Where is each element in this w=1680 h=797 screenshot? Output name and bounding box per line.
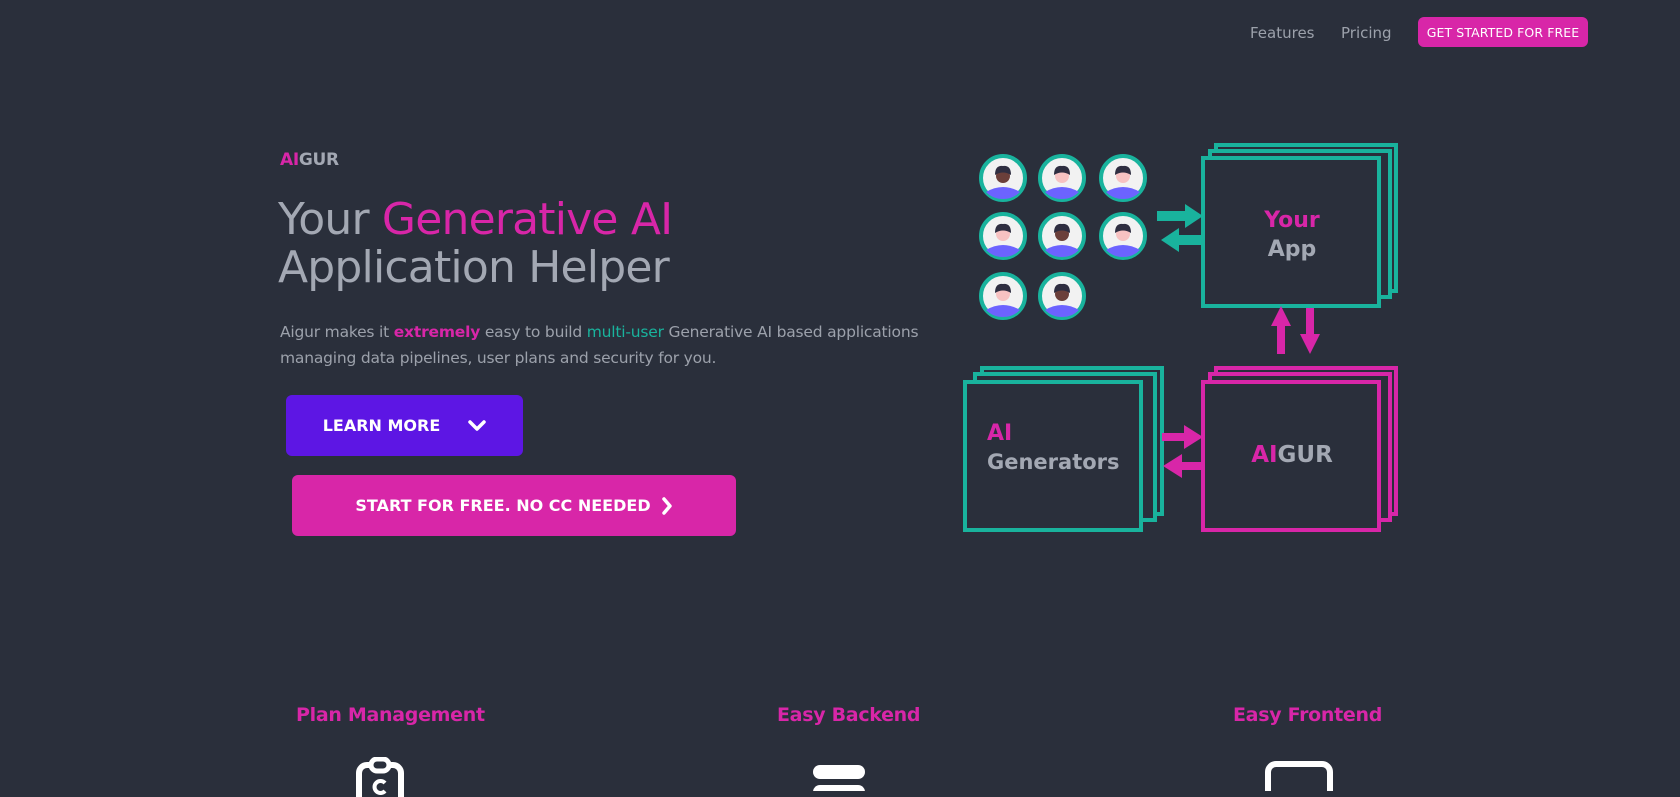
arrow-aigur-to-app bbox=[1271, 306, 1291, 354]
learn-more-label: LEARN MORE bbox=[322, 416, 441, 435]
start-free-label: START FOR FREE. NO CC NEEDED bbox=[355, 496, 651, 515]
arrow-app-to-aigur bbox=[1300, 308, 1320, 354]
users-grid bbox=[979, 154, 1147, 320]
user-avatar bbox=[1038, 272, 1086, 320]
brand-rest: GUR bbox=[298, 150, 339, 170]
hero-description: Aigur makes it extremely easy to build m… bbox=[280, 319, 920, 371]
hero-headline: Your Generative AI Application Helper bbox=[278, 194, 673, 293]
headline-highlight: Generative AI bbox=[381, 194, 673, 245]
arrow-aigur-to-generators bbox=[1163, 454, 1204, 478]
user-avatar bbox=[1099, 154, 1147, 202]
user-avatar bbox=[1099, 212, 1147, 260]
feature-title-easy-frontend: Easy Frontend bbox=[1233, 704, 1383, 726]
desc-emphasis: extremely bbox=[393, 323, 481, 341]
headline-part2: Application Helper bbox=[278, 242, 670, 293]
brand-highlight: AI bbox=[280, 150, 299, 170]
feature-title-plan-management: Plan Management bbox=[296, 704, 485, 726]
user-avatar bbox=[979, 154, 1027, 202]
user-avatar bbox=[1038, 154, 1086, 202]
arrow-generators-to-aigur bbox=[1162, 425, 1203, 449]
nav-link-pricing[interactable]: Pricing bbox=[1341, 24, 1392, 42]
aigur-box: AIGUR bbox=[1201, 366, 1398, 532]
your-app-box: Your App bbox=[1201, 143, 1398, 308]
aigur-rest: GUR bbox=[1278, 442, 1334, 468]
aigur-highlight: AI bbox=[1251, 442, 1277, 468]
desc-text-2: easy to build bbox=[480, 323, 587, 341]
start-free-button[interactable]: START FOR FREE. NO CC NEEDED bbox=[292, 475, 736, 536]
window-icon bbox=[1265, 761, 1333, 791]
get-started-button[interactable]: GET STARTED FOR FREE bbox=[1418, 17, 1588, 47]
arrow-app-to-users bbox=[1161, 228, 1205, 252]
user-avatar bbox=[979, 272, 1027, 320]
desc-teal: multi-user bbox=[586, 323, 664, 341]
aigur-label: AIGUR bbox=[1251, 442, 1333, 468]
feature-title-easy-backend: Easy Backend bbox=[777, 704, 921, 726]
arrow-users-to-app bbox=[1157, 204, 1203, 228]
nav-link-features[interactable]: Features bbox=[1250, 24, 1315, 42]
user-avatar bbox=[979, 212, 1027, 260]
headline-part1: Your bbox=[278, 194, 382, 245]
user-avatar bbox=[1038, 212, 1086, 260]
desc-text-1: Aigur makes it bbox=[280, 323, 394, 341]
chevron-right-icon bbox=[661, 496, 672, 515]
architecture-diagram: Your App AI Generators AIGUR bbox=[963, 143, 1398, 532]
learn-more-button[interactable]: LEARN MORE bbox=[286, 395, 523, 456]
top-nav: Features Pricing GET STARTED FOR FREE bbox=[0, 16, 1680, 48]
chevron-down-icon bbox=[468, 419, 487, 431]
ai-generators-line1: AI bbox=[987, 421, 1012, 446]
brand-logo: AIGUR bbox=[280, 150, 339, 170]
ai-generators-box: AI Generators bbox=[963, 366, 1164, 532]
ai-generators-line2: Generators bbox=[987, 450, 1120, 474]
your-app-line2: App bbox=[1268, 237, 1317, 262]
server-icon bbox=[813, 765, 865, 791]
your-app-line1: Your bbox=[1263, 208, 1320, 233]
clipboard-icon bbox=[356, 757, 404, 797]
